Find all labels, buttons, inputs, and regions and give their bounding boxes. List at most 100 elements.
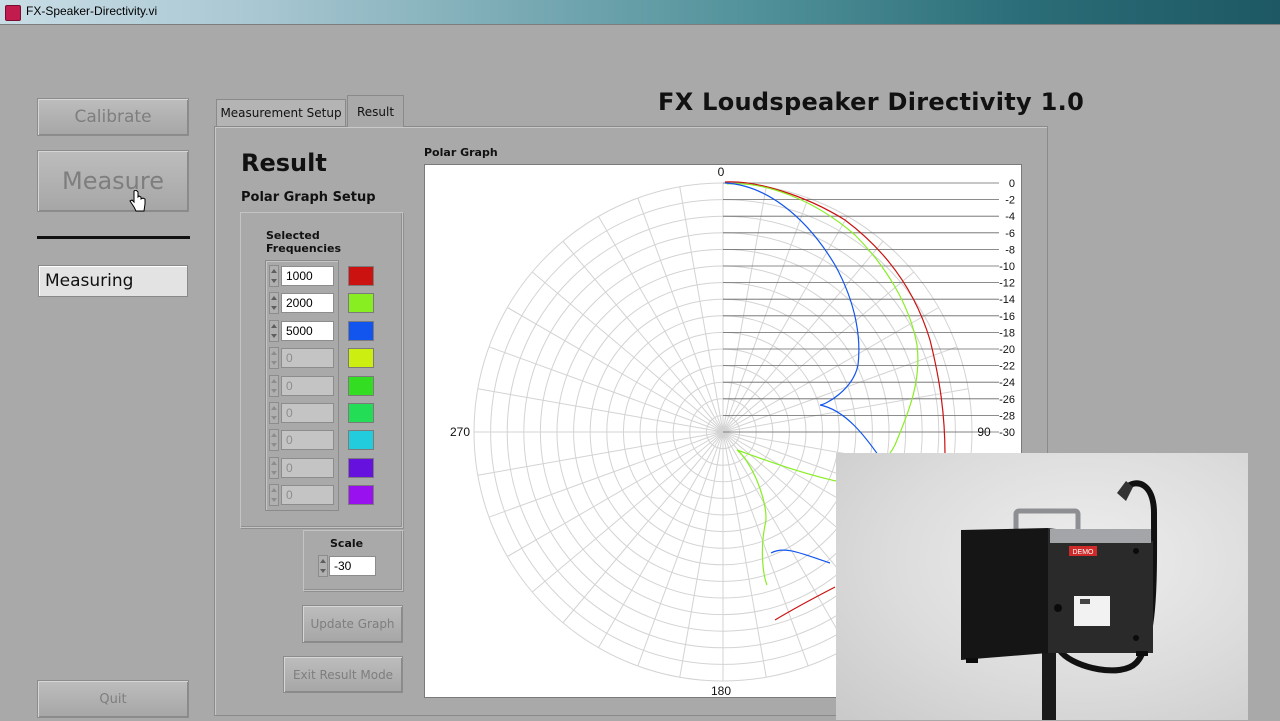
tab-measurement-setup-label: Measurement Setup bbox=[220, 106, 342, 120]
db-scale-label: -26 bbox=[999, 394, 1015, 406]
frequency-spinner[interactable] bbox=[269, 375, 279, 397]
measure-button-label: Measure bbox=[62, 167, 164, 195]
hand-cursor-icon bbox=[129, 190, 146, 212]
frequency-value: 0 bbox=[286, 488, 293, 502]
frequency-color-swatch[interactable] bbox=[348, 266, 374, 286]
scale-spinner[interactable] bbox=[318, 555, 328, 577]
tab-measurement-setup[interactable]: Measurement Setup bbox=[216, 99, 346, 126]
increment-arrow-icon bbox=[271, 488, 277, 492]
frequency-input[interactable]: 2000 bbox=[281, 293, 334, 313]
polar-graph-setup-label: Polar Graph Setup bbox=[241, 190, 376, 205]
frequency-value: 0 bbox=[286, 351, 293, 365]
status-text: Measuring bbox=[45, 271, 134, 291]
video-overlay: DEMO bbox=[836, 453, 1248, 720]
measure-button[interactable]: Measure bbox=[37, 150, 189, 212]
scale-input[interactable]: -30 bbox=[329, 556, 376, 576]
db-scale-label: -14 bbox=[999, 294, 1015, 306]
db-scale-label: -4 bbox=[1005, 211, 1015, 223]
decrement-arrow-icon bbox=[271, 334, 277, 338]
calibrate-button[interactable]: Calibrate bbox=[37, 98, 189, 136]
labview-vi-icon bbox=[5, 5, 21, 21]
frequency-input[interactable]: 0 bbox=[281, 376, 334, 396]
frequency-input[interactable]: 0 bbox=[281, 403, 334, 423]
polar-angle-label: 180 bbox=[711, 684, 731, 697]
frequency-color-swatch[interactable] bbox=[348, 485, 374, 505]
db-scale-label: -18 bbox=[999, 327, 1015, 339]
update-graph-button[interactable]: Update Graph bbox=[302, 605, 403, 643]
tab-result-label: Result bbox=[356, 104, 395, 119]
db-scale-label: -20 bbox=[999, 344, 1015, 356]
decrement-arrow-icon bbox=[271, 498, 277, 502]
db-scale-label: -10 bbox=[999, 261, 1015, 273]
frequency-color-swatch[interactable] bbox=[348, 321, 374, 341]
increment-arrow-icon bbox=[271, 324, 277, 328]
increment-arrow-icon bbox=[271, 296, 277, 300]
scale-value: -30 bbox=[334, 559, 352, 573]
polar-angle-label: 270 bbox=[450, 425, 470, 439]
frequency-spinner[interactable] bbox=[269, 347, 279, 369]
frequency-color-swatch[interactable] bbox=[348, 348, 374, 368]
demo-badge: DEMO bbox=[1073, 549, 1095, 556]
frequency-color-swatch[interactable] bbox=[348, 376, 374, 396]
divider-line bbox=[37, 236, 190, 239]
frequency-input[interactable]: 0 bbox=[281, 430, 334, 450]
status-indicator: Measuring bbox=[38, 265, 188, 297]
db-scale-label: -24 bbox=[999, 377, 1015, 389]
frequency-input[interactable]: 0 bbox=[281, 348, 334, 368]
window-title-bar: FX-Speaker-Directivity.vi bbox=[0, 0, 1280, 24]
polar-angle-label: 90 bbox=[977, 425, 991, 439]
frequency-value: 2000 bbox=[286, 296, 313, 310]
frequency-color-swatch[interactable] bbox=[348, 458, 374, 478]
decrement-arrow-icon bbox=[271, 416, 277, 420]
frequency-spinner[interactable] bbox=[269, 429, 279, 451]
increment-arrow-icon bbox=[271, 269, 277, 273]
db-scale-label: -12 bbox=[999, 278, 1015, 290]
db-scale-label: -6 bbox=[1005, 228, 1015, 240]
frequency-input[interactable]: 0 bbox=[281, 458, 334, 478]
decrement-arrow-icon bbox=[320, 569, 326, 573]
db-scale-label: -2 bbox=[1005, 195, 1015, 207]
increment-arrow-icon bbox=[320, 559, 326, 563]
decrement-arrow-icon bbox=[271, 361, 277, 365]
increment-arrow-icon bbox=[271, 433, 277, 437]
decrement-arrow-icon bbox=[271, 306, 277, 310]
db-scale-label: -8 bbox=[1005, 244, 1015, 256]
decrement-arrow-icon bbox=[271, 443, 277, 447]
frequency-spinner[interactable] bbox=[269, 457, 279, 479]
decrement-arrow-icon bbox=[271, 279, 277, 283]
quit-button-label: Quit bbox=[99, 691, 127, 707]
frequency-spinner[interactable] bbox=[269, 402, 279, 424]
window-title: FX-Speaker-Directivity.vi bbox=[26, 4, 158, 18]
increment-arrow-icon bbox=[271, 351, 277, 355]
frequency-input[interactable]: 5000 bbox=[281, 321, 334, 341]
frequency-value: 0 bbox=[286, 406, 293, 420]
selected-frequencies-label: Selected Frequencies bbox=[266, 229, 341, 255]
db-scale-label: 0 bbox=[1009, 178, 1015, 190]
frequency-spinner[interactable] bbox=[269, 265, 279, 287]
frequency-color-swatch[interactable] bbox=[348, 403, 374, 423]
decrement-arrow-icon bbox=[271, 471, 277, 475]
increment-arrow-icon bbox=[271, 461, 277, 465]
frequency-color-swatch[interactable] bbox=[348, 430, 374, 450]
quit-button[interactable]: Quit bbox=[37, 680, 189, 718]
frequency-color-swatch[interactable] bbox=[348, 293, 374, 313]
series-1000hz-line bbox=[774, 586, 836, 621]
exit-result-mode-button[interactable]: Exit Result Mode bbox=[283, 656, 403, 693]
frequency-value: 1000 bbox=[286, 269, 313, 283]
hardware-photo: DEMO bbox=[961, 480, 1158, 720]
frequency-spinner[interactable] bbox=[269, 292, 279, 314]
increment-arrow-icon bbox=[271, 379, 277, 383]
frequency-input[interactable]: 1000 bbox=[281, 266, 334, 286]
polar-graph-label: Polar Graph bbox=[424, 146, 498, 159]
frequency-input[interactable]: 0 bbox=[281, 485, 334, 505]
frequency-value: 0 bbox=[286, 379, 293, 393]
frequency-spinner[interactable] bbox=[269, 320, 279, 342]
increment-arrow-icon bbox=[271, 406, 277, 410]
frequency-spinner[interactable] bbox=[269, 484, 279, 506]
db-scale-label: -22 bbox=[999, 361, 1015, 373]
frequency-value: 0 bbox=[286, 461, 293, 475]
frequency-value: 0 bbox=[286, 433, 293, 447]
tab-result[interactable]: Result bbox=[347, 95, 404, 127]
calibrate-button-label: Calibrate bbox=[74, 107, 152, 127]
polar-angle-label: 0 bbox=[718, 165, 725, 179]
